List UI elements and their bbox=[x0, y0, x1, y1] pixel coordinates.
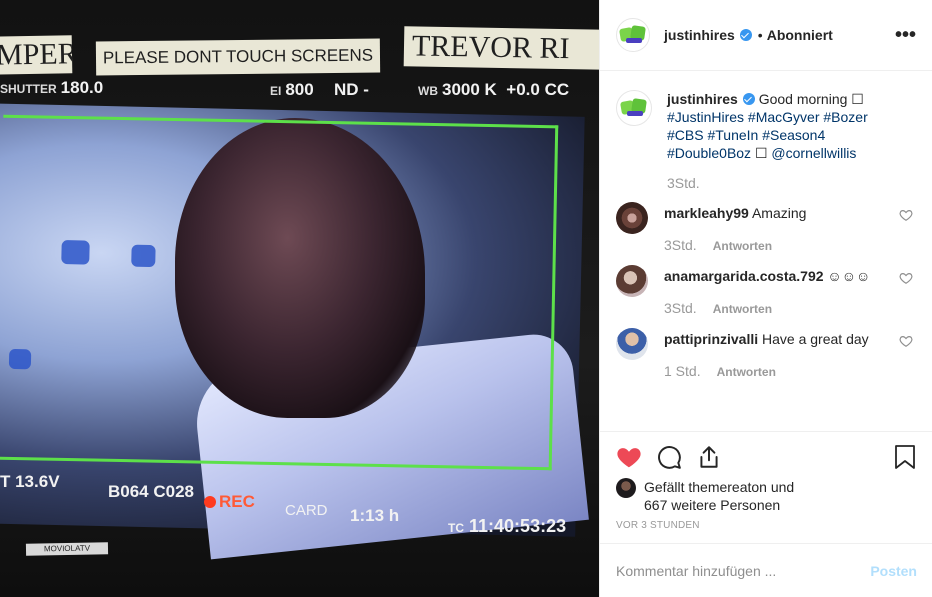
hud-shutter: SHUTTER 180.0 bbox=[0, 78, 104, 97]
comment-bubble-icon[interactable] bbox=[656, 444, 682, 470]
comment-text: Have a great day bbox=[762, 331, 869, 347]
avatar[interactable] bbox=[616, 18, 650, 52]
comment-item: anamargarida.costa.792 ☺☺☺ 3Std. Antworte… bbox=[616, 265, 917, 318]
avatar[interactable] bbox=[616, 265, 648, 297]
more-horizontal-icon[interactable]: ••• bbox=[895, 25, 916, 45]
hud-duration: 1:13 h bbox=[350, 506, 400, 525]
reply-button[interactable]: Antworten bbox=[713, 302, 772, 316]
like-heart-icon[interactable] bbox=[616, 444, 642, 470]
likes-others[interactable]: 667 weitere Personen bbox=[644, 497, 780, 513]
caption-username[interactable]: justinhires bbox=[667, 91, 738, 107]
avatar[interactable] bbox=[616, 478, 636, 498]
frame-guide bbox=[0, 114, 559, 471]
like-comment-heart-icon[interactable] bbox=[899, 334, 913, 348]
post-caption: justinhires Good morning ☐ #JustinHires … bbox=[616, 90, 917, 192]
bookmark-icon[interactable] bbox=[893, 444, 917, 470]
hud-voltage: T 13.6V bbox=[0, 472, 60, 491]
bezel-label: MOVIOLATV bbox=[25, 542, 109, 556]
caption-tail: ☐ bbox=[754, 145, 768, 161]
caption-mention[interactable]: @cornellwillis bbox=[771, 145, 856, 161]
caption-avatar[interactable] bbox=[616, 90, 652, 126]
avatar[interactable] bbox=[616, 328, 648, 360]
hud-card: CARD bbox=[285, 502, 328, 519]
post-panel: justinhires • Abonniert ••• justinhires … bbox=[599, 0, 932, 597]
post-actions: Gefällt themereaton und 667 weitere Pers… bbox=[600, 431, 932, 531]
share-icon[interactable] bbox=[696, 444, 722, 470]
likes-user[interactable]: themereaton bbox=[688, 479, 767, 495]
comment-time[interactable]: 3Std. bbox=[664, 237, 697, 253]
verified-badge-icon bbox=[742, 93, 755, 105]
following-button[interactable]: Abonniert bbox=[767, 27, 833, 43]
avatar[interactable] bbox=[616, 202, 648, 234]
post-comment-button[interactable]: Posten bbox=[870, 563, 917, 579]
comment-time[interactable]: 1 Std. bbox=[664, 363, 701, 379]
reply-button[interactable]: Antworten bbox=[717, 365, 776, 379]
hud-rec: REC bbox=[204, 492, 255, 512]
likes-prefix: Gefällt bbox=[644, 479, 685, 495]
hud-nd: ND - bbox=[334, 80, 369, 99]
comment-username[interactable]: markleahy99 bbox=[664, 205, 749, 221]
likes-middle: und bbox=[770, 479, 795, 495]
tape-label-screens: PLEASE DONT TOUCH SCREENS bbox=[95, 38, 381, 76]
comment-time[interactable]: 3Std. bbox=[664, 300, 697, 316]
rec-dot-icon bbox=[204, 496, 216, 508]
like-comment-heart-icon[interactable] bbox=[899, 271, 913, 285]
hud-wb: WB 3000 K +0.0 CC bbox=[418, 80, 570, 99]
comment-input[interactable] bbox=[616, 562, 871, 579]
reply-button[interactable]: Antworten bbox=[713, 239, 772, 253]
tape-label-left: MPER bbox=[0, 35, 73, 75]
comment-text: ☺☺☺ bbox=[827, 268, 871, 284]
hud-clip: B064 C028 bbox=[108, 482, 195, 501]
hud-timecode: TC 11:40:53:23 bbox=[448, 516, 567, 536]
profile-logo-icon bbox=[619, 98, 647, 117]
profile-logo-icon bbox=[618, 25, 646, 44]
tape-label-name: TREVOR RI bbox=[403, 26, 599, 70]
hud-ei: EI 800 bbox=[270, 80, 314, 99]
comment-item: markleahy99 Amazing 3Std. Antworten bbox=[616, 202, 917, 255]
comment-username[interactable]: anamargarida.costa.792 bbox=[664, 268, 824, 284]
header-username[interactable]: justinhires bbox=[664, 27, 735, 43]
post-header: justinhires • Abonniert ••• bbox=[600, 0, 932, 71]
caption-time[interactable]: 3Std. bbox=[667, 175, 700, 191]
separator-dot: • bbox=[757, 27, 763, 43]
comments-list[interactable]: justinhires Good morning ☐ #JustinHires … bbox=[600, 72, 932, 430]
comment-form: Posten bbox=[600, 543, 932, 597]
comment-item: pattiprinzivalli Have a great day 1 Std.… bbox=[616, 328, 917, 381]
comment-text: Amazing bbox=[751, 205, 807, 221]
verified-badge-icon bbox=[739, 29, 752, 41]
likes-summary: Gefällt themereaton und 667 weitere Pers… bbox=[616, 478, 917, 514]
post-photo[interactable]: MPER PLEASE DONT TOUCH SCREENS TREVOR RI… bbox=[0, 0, 599, 597]
caption-text: Good morning ☐ bbox=[758, 91, 864, 107]
comment-username[interactable]: pattiprinzivalli bbox=[664, 331, 758, 347]
like-comment-heart-icon[interactable] bbox=[899, 208, 913, 222]
post-timestamp[interactable]: VOR 3 STUNDEN bbox=[616, 520, 917, 531]
